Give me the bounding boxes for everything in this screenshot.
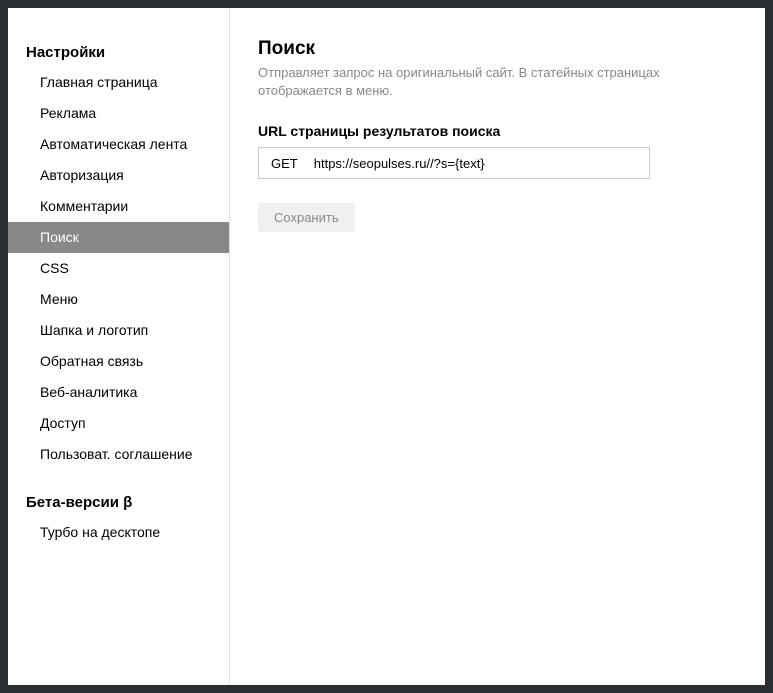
sidebar-item-css[interactable]: CSS [8,253,229,284]
main-content: Поиск Отправляет запрос на оригинальный … [230,8,765,685]
sidebar-section-settings: Настройки Главная страница Реклама Автом… [8,38,229,470]
sidebar-item-search[interactable]: Поиск [8,222,229,253]
page-description: Отправляет запрос на оригинальный сайт. … [258,64,728,99]
sidebar-item-header-logo[interactable]: Шапка и логотип [8,315,229,346]
sidebar-item-menu[interactable]: Меню [8,284,229,315]
page-title: Поиск [258,38,737,60]
sidebar-item-turbo-desktop[interactable]: Турбо на десктопе [8,517,229,548]
sidebar-item-feedback[interactable]: Обратная связь [8,346,229,377]
sidebar-item-web-analytics[interactable]: Веб-аналитика [8,377,229,408]
sidebar-item-auto-feed[interactable]: Автоматическая лента [8,129,229,160]
url-field-label: URL страницы результатов поиска [258,123,737,139]
url-method-label: GET [259,156,310,171]
sidebar-section-beta: Бета-версии β Турбо на десктопе [8,488,229,548]
sidebar-item-access[interactable]: Доступ [8,408,229,439]
sidebar: Настройки Главная страница Реклама Автом… [8,8,230,685]
sidebar-item-comments[interactable]: Комментарии [8,191,229,222]
sidebar-section-title-beta: Бета-версии β [8,488,229,517]
sidebar-item-user-agreement[interactable]: Пользоват. соглашение [8,439,229,470]
sidebar-section-title-settings: Настройки [8,38,229,67]
url-input[interactable] [310,148,649,178]
sidebar-item-advertising[interactable]: Реклама [8,98,229,129]
sidebar-item-authorization[interactable]: Авторизация [8,160,229,191]
url-input-group: GET [258,147,650,179]
app-container: Настройки Главная страница Реклама Автом… [8,8,765,685]
save-button[interactable]: Сохранить [258,203,355,232]
sidebar-item-main-page[interactable]: Главная страница [8,67,229,98]
